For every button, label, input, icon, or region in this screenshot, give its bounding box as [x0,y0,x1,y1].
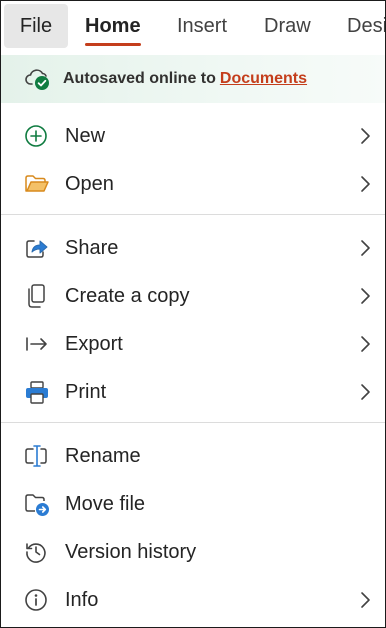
menu-item-rename[interactable]: Rename [1,432,385,480]
history-icon [23,539,51,565]
ribbon-tabs: File Home Insert Draw Desi [1,1,385,51]
tab-insert[interactable]: Insert [177,1,227,51]
chevron-right-icon [359,383,371,401]
autosave-text: Autosaved online to [63,70,216,87]
plus-circle-icon [23,123,51,149]
menu-label-new: New [65,125,106,147]
menu-item-info[interactable]: Info [1,576,385,624]
chevron-right-icon [359,287,371,305]
file-menu-panel: File Home Insert Draw Desi Autosaved onl… [0,0,386,628]
menu-item-create-copy[interactable]: Create a copy [1,272,385,320]
chevron-right-icon [359,335,371,353]
folder-open-icon [23,171,51,197]
autosave-status: Autosaved online to Documents [63,55,307,103]
menu-label-export: Export [65,333,123,355]
menu-label-move-file: Move file [65,493,146,515]
printer-icon [23,379,51,405]
rename-icon [23,443,51,469]
menu-item-new[interactable]: New [1,112,385,160]
documents-link[interactable]: Documents [220,70,307,87]
chevron-right-icon [359,127,371,145]
menu-divider [1,422,385,423]
copy-icon [23,283,51,309]
share-icon [23,235,51,261]
menu-item-version-history[interactable]: Version history [1,528,385,576]
menu-label-rename: Rename [65,445,141,467]
menu-item-print[interactable]: Print [1,368,385,416]
autosave-banner: Autosaved online to Documents [1,55,385,103]
chevron-right-icon [359,591,371,609]
tab-home[interactable]: Home [85,1,141,51]
tab-file[interactable]: File [4,4,68,48]
menu-divider [1,214,385,215]
menu-label-version-history: Version history [65,541,197,563]
folder-move-icon [23,491,51,517]
tab-draw[interactable]: Draw [264,1,311,51]
chevron-right-icon [359,239,371,257]
menu-item-move-file[interactable]: Move file [1,480,385,528]
menu-label-info: Info [65,589,99,611]
menu-label-share: Share [65,237,119,259]
menu-item-export[interactable]: Export [1,320,385,368]
tab-design[interactable]: Desi [347,1,385,51]
info-icon [23,587,51,613]
menu-label-create-copy: Create a copy [65,285,190,307]
cloud-check-icon [25,66,53,92]
menu-label-open: Open [65,173,114,195]
export-arrow-icon [23,331,51,357]
menu-label-print: Print [65,381,107,403]
menu-item-open[interactable]: Open [1,160,385,208]
chevron-right-icon [359,175,371,193]
menu-item-share[interactable]: Share [1,224,385,272]
